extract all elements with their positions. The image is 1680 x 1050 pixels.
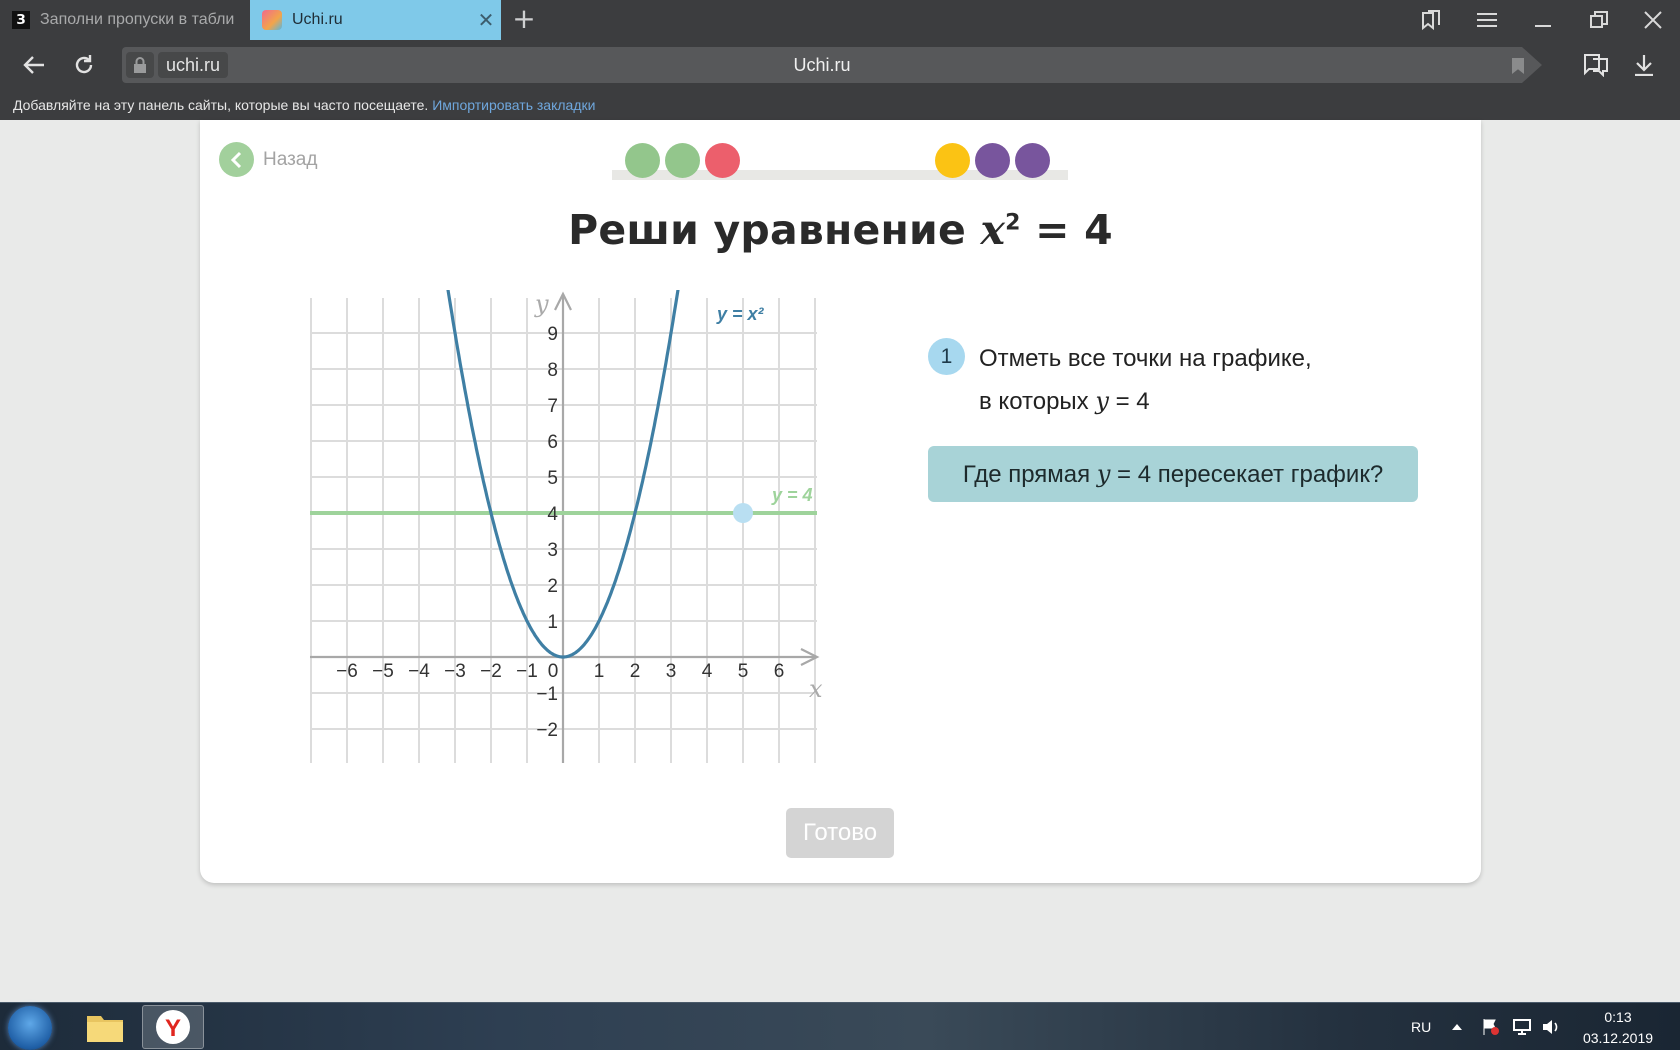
yandex-browser-icon[interactable]: Y (142, 1005, 204, 1049)
y-tick-label: 2 (547, 576, 558, 597)
heading-var: x (980, 206, 1006, 254)
tab-fill-table[interactable]: З Заполни пропуски в табли (0, 0, 250, 40)
x-tick-label: 4 (702, 661, 713, 682)
import-bookmarks-link[interactable]: Импортировать закладки (432, 97, 595, 113)
action-center-flag-icon[interactable] (1482, 1003, 1500, 1050)
back-label: Назад (263, 148, 318, 170)
y-tick-label: 7 (547, 396, 558, 417)
page-title: Uchi.ru (793, 55, 851, 75)
progress-dot (975, 143, 1010, 178)
clock[interactable]: 0:13 03.12.2019 (1578, 1007, 1658, 1049)
task-text: Отметь все точки на графике, в которых y… (979, 338, 1399, 423)
task-line2-var: y (1095, 387, 1109, 415)
chevron-left-icon (219, 142, 254, 177)
network-icon[interactable] (1512, 1003, 1532, 1050)
hint-box: Где прямая y = 4 пересекает график? (928, 446, 1418, 502)
series-label-line: y = 4 (771, 485, 813, 505)
language-indicator[interactable]: RU (1411, 1003, 1431, 1050)
svg-text:Y: Y (165, 1015, 181, 1042)
progress-dot (625, 143, 660, 178)
clock-time: 0:13 (1604, 1009, 1632, 1025)
graph-chart[interactable]: −6 −5 −4 −3 −2 −1 0 1 2 3 4 5 6987654321−1−2xy y = x²… (300, 290, 840, 770)
reload-icon[interactable] (68, 50, 100, 80)
y-tick-label: 6 (547, 432, 558, 453)
menu-icon[interactable] (1460, 0, 1514, 40)
y-tick-label: 4 (547, 504, 558, 525)
x-axis-label: x (809, 675, 823, 703)
x-tick-label: 1 (594, 661, 605, 682)
y-tick-label: −1 (536, 684, 558, 705)
progress-dot (1015, 143, 1050, 178)
show-hidden-icons-icon[interactable] (1452, 1003, 1462, 1050)
exercise-heading: Реши уравнение x2 = 4 (200, 206, 1481, 254)
exercise-card: Назад Реши уравнение x2 = 4 −6 −5 −4 −3 −2 −1… (200, 120, 1481, 883)
x-tick-label: 3 (666, 661, 677, 682)
close-tab-icon[interactable]: ✕ (471, 8, 501, 33)
ready-button[interactable]: Готово (786, 808, 894, 858)
hint-prefix: Где прямая (962, 461, 1097, 488)
hint-suffix: = 4 пересекает график? (1110, 461, 1384, 488)
minimize-icon[interactable] (1516, 0, 1570, 40)
download-icon[interactable] (1628, 50, 1660, 80)
x-tick-label: −6 (336, 661, 358, 682)
y-tick-label: 8 (547, 360, 558, 381)
x-tick-label: −4 (408, 661, 430, 682)
x-tick-label: −3 (444, 661, 466, 682)
x-tick-label: 2 (630, 661, 641, 682)
hint-var: y (1096, 460, 1111, 488)
heading-suffix: = 4 (1020, 206, 1113, 254)
tab-bar: З Заполни пропуски в табли Uchi.ru ✕ + (0, 0, 1680, 40)
tab-title: Заполни пропуски в табли (40, 11, 235, 28)
y-tick-label: 3 (547, 540, 558, 561)
new-tab-button[interactable]: + (508, 4, 540, 36)
y-tick-label: 1 (547, 612, 558, 633)
protect-icon[interactable] (1580, 50, 1612, 80)
address-bar[interactable]: uchi.ru Uchi.ru (122, 47, 1542, 83)
progress-dot (705, 143, 740, 178)
marked-point[interactable] (733, 503, 753, 523)
x-tick-label: −5 (372, 661, 394, 682)
x-tick-label: −1 (516, 661, 538, 682)
uchi-favicon-icon (262, 10, 282, 30)
task-line2-suffix: = 4 (1108, 388, 1150, 415)
bookmarks-bar-text: Добавляйте на эту панель сайты, которые … (13, 97, 429, 113)
x-tick-label: 0 (548, 661, 559, 682)
tab-favicon: З (12, 11, 30, 29)
close-window-icon[interactable] (1626, 0, 1680, 40)
y-tick-label: −2 (536, 720, 558, 741)
navigation-bar: uchi.ru Uchi.ru (0, 40, 1680, 90)
tab-uchi[interactable]: Uchi.ru ✕ (250, 0, 501, 40)
start-button-icon[interactable] (8, 1006, 52, 1050)
series-label-parabola: y = x² (716, 304, 765, 324)
taskbar: Y RU 0:13 03.12.2019 (0, 1002, 1680, 1050)
progress-dot (665, 143, 700, 178)
task-number: 1 (928, 338, 965, 375)
volume-icon[interactable] (1541, 1003, 1561, 1050)
x-tick-label: −2 (480, 661, 502, 682)
bookmarks-bar: Добавляйте на эту панель сайты, которые … (0, 90, 1680, 120)
tab-title: Uchi.ru (292, 11, 343, 28)
heading-prefix: Реши уравнение (568, 206, 981, 254)
y-axis-label: y (534, 290, 549, 318)
progress-dot (935, 143, 970, 178)
task-line2: в которых y = 4 (979, 380, 1399, 423)
heading-exp: 2 (1005, 210, 1021, 236)
back-arrow-icon[interactable] (18, 50, 50, 80)
back-button[interactable]: Назад (219, 142, 317, 177)
y-tick-label: 5 (547, 468, 558, 489)
explorer-folder-icon[interactable] (74, 1005, 136, 1049)
clock-date: 03.12.2019 (1582, 1030, 1654, 1046)
x-tick-label: 6 (774, 661, 785, 682)
y-tick-label: 9 (547, 324, 558, 345)
x-tick-label: 5 (738, 661, 749, 682)
bookmarks-panel-icon[interactable] (1404, 0, 1458, 40)
restore-icon[interactable] (1572, 0, 1626, 40)
task-line2-prefix: в которых (979, 388, 1096, 415)
task-line1: Отметь все точки на графике, (979, 345, 1312, 372)
